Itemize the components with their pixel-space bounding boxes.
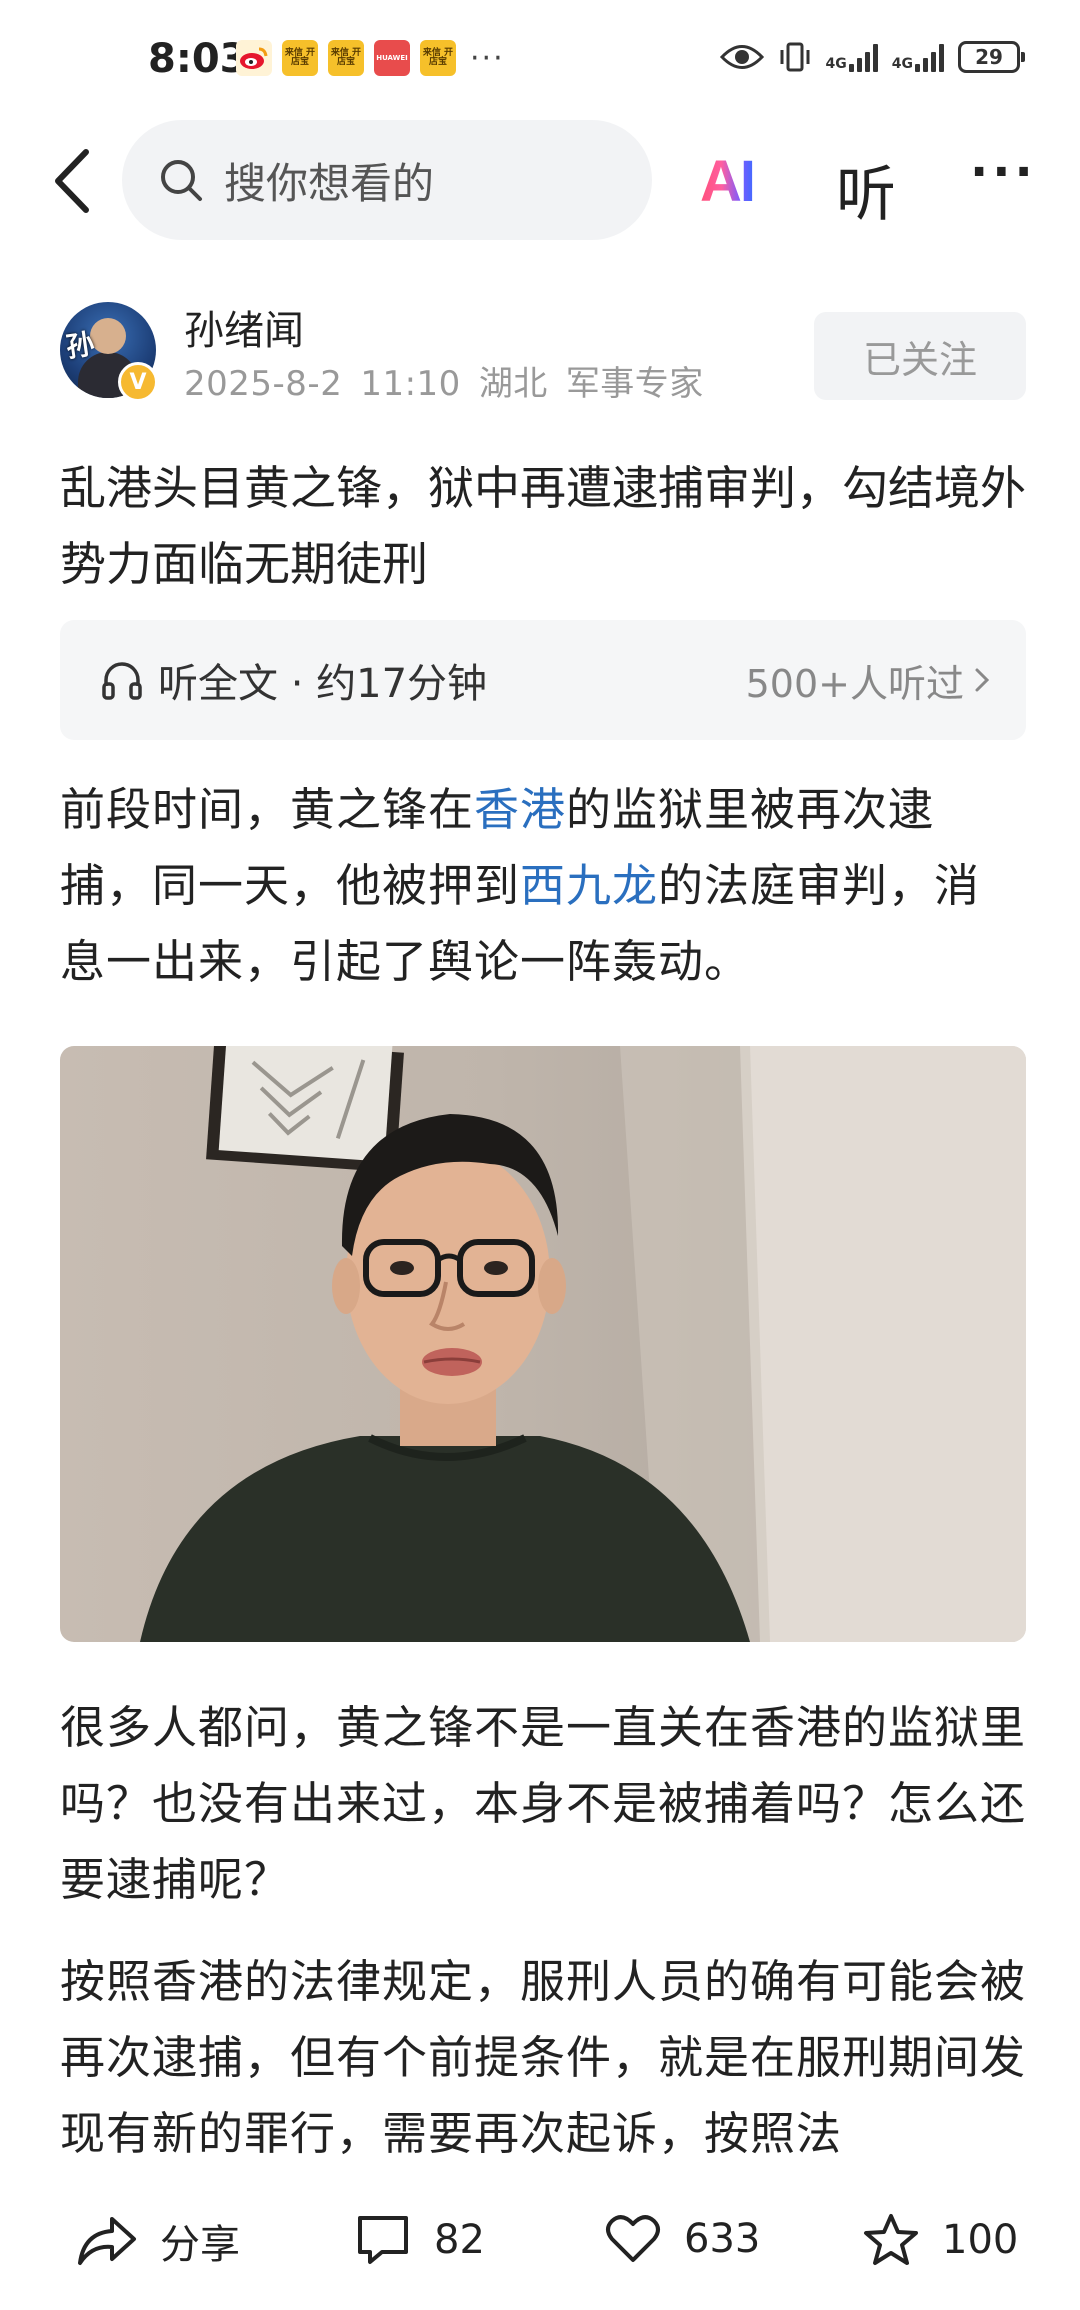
listen-bar-left: 听全文 · 约17分钟 bbox=[100, 651, 746, 709]
avatar-text: 孙 bbox=[64, 327, 97, 364]
post-date: 2025-8-2 bbox=[184, 364, 343, 404]
headphones-icon bbox=[102, 662, 142, 700]
eye-icon bbox=[719, 45, 764, 69]
share-label: 分享 bbox=[160, 2222, 240, 2268]
article-paragraph: 按照香港的法律规定，服刑人员的确有可能会被再次逮捕，但有个前提条件，就是在服刑期… bbox=[60, 1955, 1027, 2160]
signal-bars-icon bbox=[915, 42, 944, 72]
author-tag: 军事专家 bbox=[565, 364, 704, 404]
paragraph-text: 前段时间，黄之锋在 bbox=[60, 783, 475, 836]
listen-bar-right: 500+人听过 bbox=[746, 653, 990, 708]
search-icon bbox=[161, 160, 202, 201]
ai-button[interactable]: AI bbox=[700, 148, 756, 215]
bottom-action-bar: 分享 82 633 100 bbox=[0, 2190, 1080, 2310]
share-button[interactable]: 分享 bbox=[76, 2212, 240, 2270]
app-store-icon: 来信 开店宝 bbox=[282, 40, 318, 76]
like-button[interactable]: 633 bbox=[604, 2212, 760, 2266]
topic-link-west-kowloon[interactable]: 西九龙 bbox=[520, 859, 658, 912]
search-input[interactable]: 搜你想看的 bbox=[122, 120, 652, 240]
post-location: 湖北 bbox=[478, 364, 548, 404]
like-count: 633 bbox=[684, 2216, 761, 2262]
author-row: 孙 V 孙绪闻 2025-8-2 11:10 湖北 军事专家 已关注 bbox=[0, 294, 1080, 414]
author-name[interactable]: 孙绪闻 bbox=[184, 298, 304, 356]
comment-count: 82 bbox=[434, 2217, 485, 2263]
post-time: 11:10 bbox=[360, 364, 461, 404]
status-more-icon: ··· bbox=[470, 40, 505, 76]
topic-link-hong-kong[interactable]: 香港 bbox=[474, 783, 566, 836]
star-icon bbox=[864, 2214, 918, 2265]
vibrate-icon bbox=[780, 42, 810, 72]
comment-button[interactable]: 82 bbox=[354, 2212, 485, 2268]
back-button[interactable] bbox=[48, 146, 98, 216]
listen-count-label: 500+人听过 bbox=[745, 661, 964, 706]
status-time: 8:03 bbox=[148, 36, 248, 82]
article-paragraph: 很多人都问，黄之锋不是一直关在香港的监狱里吗？也没有出来过，本身不是被捕着吗？怎… bbox=[60, 1701, 1027, 1906]
comment-icon bbox=[358, 2216, 408, 2264]
search-placeholder: 搜你想看的 bbox=[224, 158, 435, 208]
chevron-right-icon bbox=[975, 668, 990, 692]
article-title: 乱港头目黄之锋，狱中再遭逮捕审判，勾结境外势力面临无期徒刑 bbox=[60, 461, 1026, 591]
top-nav-bar: 搜你想看的 AI 听 ··· bbox=[0, 120, 1080, 244]
listen-full-text-bar[interactable]: 听全文 · 约17分钟 500+人听过 bbox=[60, 620, 1026, 740]
battery-icon: 29 bbox=[958, 41, 1025, 73]
status-indicators: 4G 4G 29 bbox=[719, 40, 1025, 74]
follow-button[interactable]: 已关注 bbox=[814, 312, 1026, 400]
chevron-left-icon bbox=[55, 149, 89, 213]
avatar-face bbox=[90, 318, 126, 354]
verified-badge-icon: V bbox=[118, 362, 158, 402]
author-meta: 2025-8-2 11:10 湖北 军事专家 bbox=[184, 356, 722, 405]
signal-1: 4G bbox=[826, 42, 878, 72]
huawei-icon: HUAWEI bbox=[374, 40, 410, 76]
favorite-button[interactable]: 100 bbox=[862, 2212, 1018, 2268]
article-paragraph: 前段时间，黄之锋在香港的监狱里被再次逮捕，同一天，他被押到西九龙的法庭审判，消息… bbox=[60, 772, 1026, 1000]
status-app-icons: 来信 开店宝 来信 开店宝 HUAWEI 来信 开店宝 ··· bbox=[236, 40, 505, 76]
signal-bars-icon bbox=[848, 42, 878, 72]
app-store-icon: 来信 开店宝 bbox=[328, 40, 364, 76]
listen-button[interactable]: 听 bbox=[836, 146, 896, 233]
favorite-count: 100 bbox=[942, 2217, 1019, 2263]
weibo-icon bbox=[236, 40, 272, 76]
more-options-button[interactable]: ··· bbox=[970, 144, 1037, 200]
listen-duration-label: 听全文 · 约17分钟 bbox=[158, 661, 488, 707]
article-photo[interactable] bbox=[60, 1046, 1026, 1642]
app-store-icon: 来信 开店宝 bbox=[420, 40, 456, 76]
status-bar: 8:03 来信 开店宝 来信 开店宝 HUAWEI 来信 开店宝 ··· 4G … bbox=[0, 0, 1080, 120]
heart-icon bbox=[606, 2215, 660, 2262]
signal-2: 4G bbox=[892, 42, 944, 72]
share-icon bbox=[78, 2217, 136, 2265]
article-photo-illustration bbox=[140, 1046, 1026, 1642]
